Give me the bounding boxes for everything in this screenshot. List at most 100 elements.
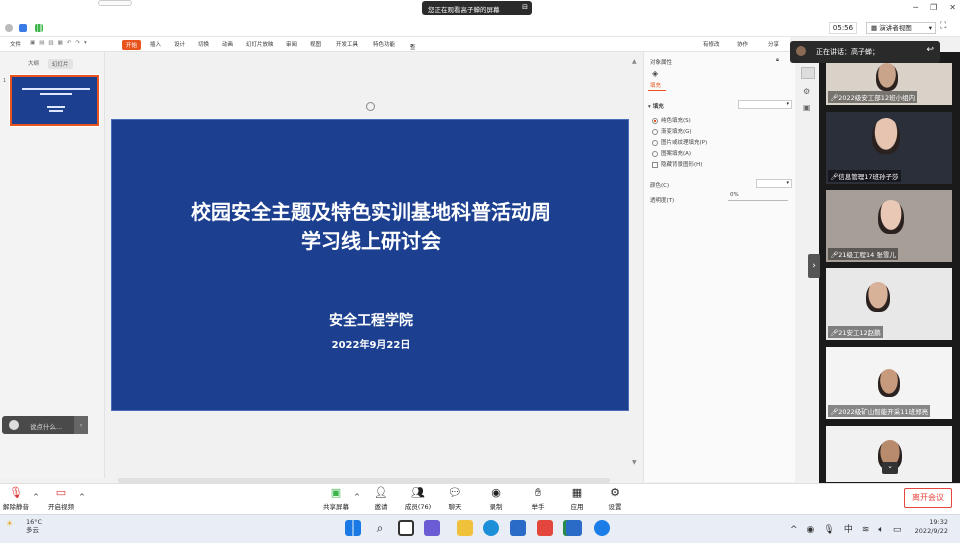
apps-icon: ▦ [571, 486, 583, 499]
tab-review[interactable]: 审阅 [286, 40, 297, 48]
chat-input[interactable]: 说点什么... ‹ [2, 416, 88, 434]
tab-developer[interactable]: 开发工具 [336, 40, 358, 48]
slide-thumbnail[interactable] [9, 74, 100, 127]
share-chevron-icon[interactable]: ^ [354, 493, 360, 501]
option-gradient[interactable]: 渐变填充(G) [652, 127, 692, 135]
restore-icon[interactable]: ❐ [930, 3, 937, 12]
ime-indicator[interactable]: 中 [844, 525, 853, 535]
props-tab-fill[interactable]: 填充 [650, 81, 661, 89]
tab-design[interactable]: 设计 [174, 40, 185, 48]
tab-animation[interactable]: 动画 [222, 40, 233, 48]
record-button[interactable]: ◉ 录制 [476, 486, 516, 511]
windows-start-icon[interactable] [345, 520, 361, 536]
rotate-handle-icon[interactable] [366, 102, 375, 111]
members-button[interactable]: 👥︎ 成员(76) [398, 486, 438, 511]
fullscreen-icon[interactable]: ⛶ [940, 21, 946, 31]
properties-icon[interactable] [801, 67, 815, 79]
scroll-down-icon[interactable]: ⌄ [882, 462, 898, 474]
weather-desc: 多云 [26, 526, 39, 534]
color-picker[interactable]: ▾ [756, 179, 792, 188]
chat-button[interactable]: 💬︎ 聊天 [435, 486, 475, 511]
participant-tile[interactable]: 🎤︎21级工程14 张雪儿 [826, 190, 952, 262]
apps-button[interactable]: ▦ 应用 [557, 486, 597, 511]
tray-app-icon[interactable]: ◉ [807, 525, 815, 535]
stop-viewing-icon[interactable]: ⊟ [522, 3, 528, 11]
edge-icon[interactable] [483, 520, 499, 536]
info-icon[interactable] [5, 24, 13, 32]
taskbar-search-icon[interactable]: ⌕ [372, 520, 388, 536]
tab-slides[interactable]: 幻灯片 [48, 59, 73, 69]
participant-tile[interactable]: ⌄ [826, 426, 952, 482]
transparency-label: 透明度(T) [650, 198, 675, 204]
video-button[interactable]: ▭ 开启视频 [41, 486, 81, 511]
lock-icon[interactable]: 🔒︎ [776, 57, 779, 64]
paste-icon[interactable]: ▣ [803, 103, 811, 112]
battery-icon[interactable]: ▭ [893, 525, 902, 535]
menu-file[interactable]: 文件 [10, 40, 21, 48]
back-arrow-icon[interactable]: ↩ [926, 45, 934, 55]
vertical-scrollbar[interactable]: ▲ ▼ [630, 58, 638, 478]
volume-icon[interactable]: 🔈︎ [878, 525, 883, 535]
option-pattern[interactable]: 图案填充(A) [652, 149, 691, 157]
participant-tile[interactable]: 🎤︎21安工12赵鹏 [826, 268, 952, 340]
status-modified[interactable]: 有修改 [703, 40, 720, 48]
leave-meeting-button[interactable]: 离开会议 [904, 488, 952, 508]
tab-outline[interactable]: 大纲 [28, 59, 39, 67]
view-selector[interactable]: ▦ 演讲者视图 ▾ [866, 22, 936, 34]
mute-button[interactable]: 🎙︎ 解除静音 [0, 486, 36, 511]
collab-button[interactable]: 协作 [737, 40, 748, 48]
viewing-banner: 您正在观看高子蝉的屏幕 ⊟ [422, 1, 532, 15]
collapse-panel-icon[interactable]: › [808, 254, 820, 278]
transparency-value: 0% [730, 192, 739, 198]
tab-features[interactable]: 特色功能 [373, 40, 395, 48]
participant-tile[interactable]: 🎤︎2022级矿山智能开采11班郑亮 [826, 347, 952, 419]
tab-slideshow[interactable]: 幻灯片放映 [246, 40, 274, 48]
task-view-icon[interactable] [398, 520, 414, 536]
meeting-app-icon[interactable] [566, 520, 582, 536]
tencent-meeting-icon[interactable] [594, 520, 610, 536]
settings-icon[interactable]: ⚙ [803, 87, 810, 96]
participant-name: 🎤︎信息管理17班孙子莎 [828, 170, 901, 182]
option-solid[interactable]: 纯色填充(S) [652, 116, 691, 124]
weather-widget[interactable]: ☀ 16°C 多云 [6, 518, 42, 534]
record-icon: ◉ [491, 486, 501, 499]
settings-button[interactable]: ⚙ 设置 [595, 486, 635, 511]
tab-insert[interactable]: 插入 [150, 40, 161, 48]
slide-canvas[interactable]: 校园安全主题及特色实训基地科普活动周 学习线上研讨会 安全工程学院 2022年9… [111, 119, 629, 411]
tray-mic-icon[interactable]: 🎙︎ [823, 525, 834, 535]
chat-app-icon[interactable] [424, 520, 440, 536]
participant-face [872, 118, 900, 154]
props-header: 对象属性 [650, 60, 673, 66]
drag-handle[interactable] [98, 0, 132, 6]
tray-chevron-icon[interactable]: ^ [790, 525, 798, 535]
tab-home[interactable]: 开始 [122, 40, 142, 50]
wps-icon[interactable] [537, 520, 553, 536]
chevron-left-icon[interactable]: ‹ [74, 416, 88, 434]
tab-transition[interactable]: 切换 [198, 40, 209, 48]
participant-face [876, 63, 898, 91]
fill-section-title: ▾ 填充 [648, 104, 664, 110]
mute-chevron-icon[interactable]: ^ [33, 493, 39, 501]
chevron-down-icon: ▾ [928, 24, 932, 32]
share-button[interactable]: 分享 [768, 40, 779, 48]
share-screen-button[interactable]: ▣ 共享屏幕 [316, 486, 356, 511]
participant-tile[interactable]: 🎤︎信息管理17班孙子莎 [826, 112, 952, 184]
tab-view[interactable]: 视图 [310, 40, 321, 48]
toolbar-quick-icons: ▣▤▥▦↶↷▾ [30, 40, 91, 46]
file-explorer-icon[interactable] [457, 520, 473, 536]
invite-button[interactable]: 👤︎ 邀请 [361, 486, 401, 511]
hide-background-checkbox[interactable]: 隐藏背景图形(H) [652, 160, 702, 168]
transparency-slider[interactable] [728, 200, 788, 201]
shield-icon[interactable] [19, 24, 27, 32]
slide-organization: 安全工程学院 [329, 313, 413, 329]
wifi-icon[interactable]: ≋ [862, 525, 870, 535]
option-picture[interactable]: 图片或纹理填充(P) [652, 138, 707, 146]
minimize-icon[interactable]: ─ [913, 3, 918, 12]
participant-tile[interactable]: 🎤︎2022级安工部12班小组内 [826, 63, 952, 105]
close-icon[interactable]: ✕ [949, 3, 956, 12]
system-clock[interactable]: 19:32 2022/9/22 [912, 518, 948, 536]
video-chevron-icon[interactable]: ^ [79, 493, 85, 501]
raise-hand-button[interactable]: ✋︎ 举手 [518, 486, 558, 511]
fill-dropdown[interactable]: ▾ [738, 100, 792, 109]
store-icon[interactable] [510, 520, 526, 536]
